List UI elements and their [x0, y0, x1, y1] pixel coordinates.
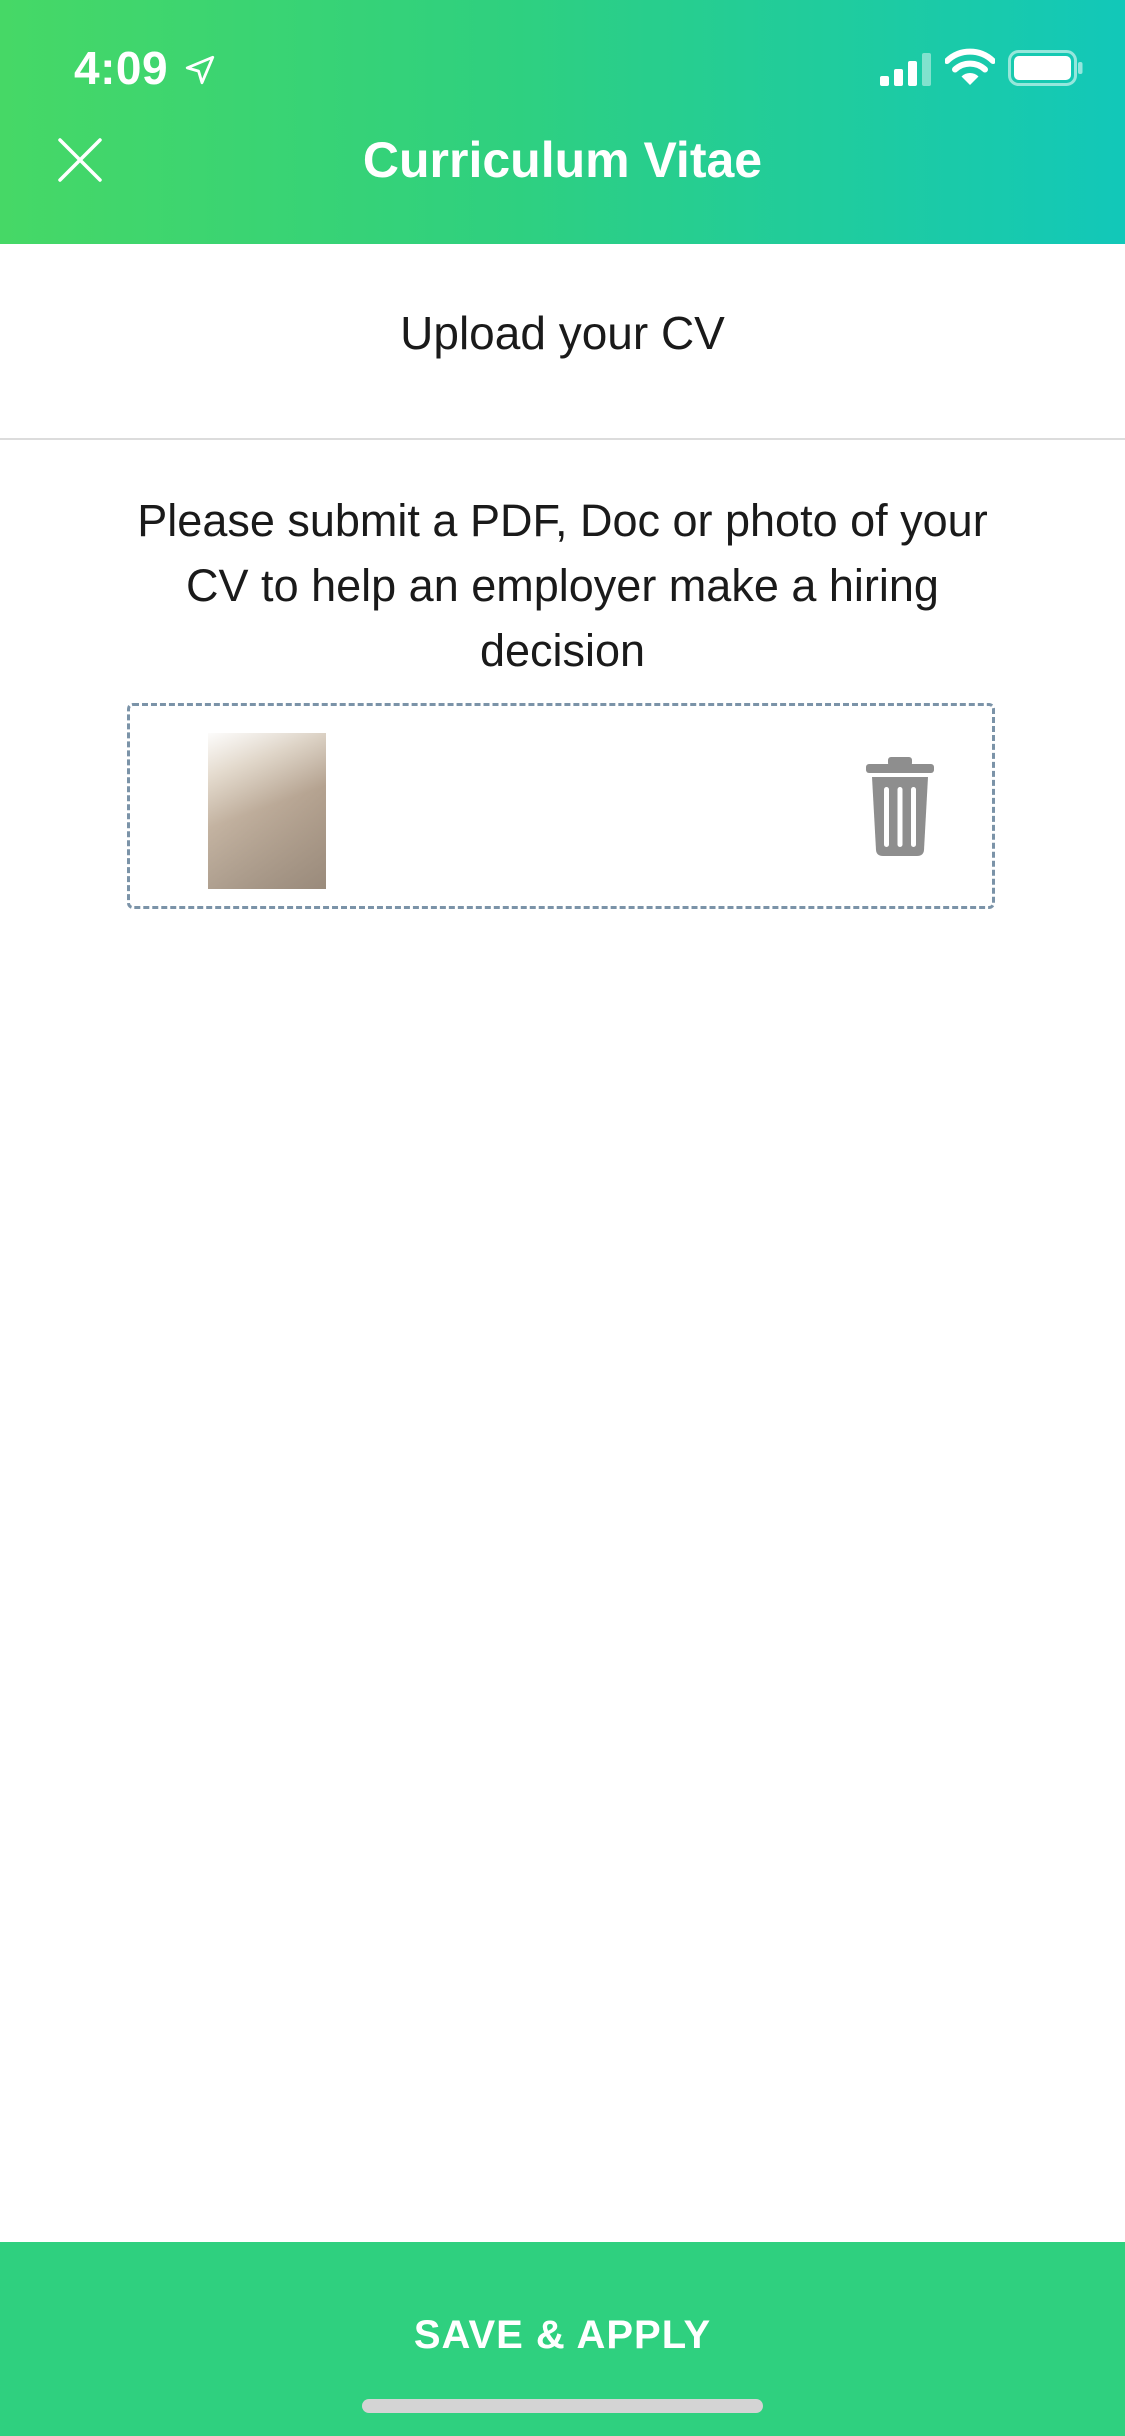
wifi-icon — [945, 48, 995, 85]
delete-cv-button[interactable] — [864, 757, 936, 857]
trash-icon — [866, 757, 934, 856]
page-title: Curriculum Vitae — [362, 132, 763, 188]
cv-photo-thumbnail[interactable] — [208, 733, 326, 889]
save-apply-label: SAVE & APPLY — [413, 2313, 712, 2357]
cv-upload-area[interactable] — [127, 703, 995, 909]
status-time: 4:09 — [74, 42, 169, 94]
location-arrow-icon — [185, 55, 215, 85]
divider — [0, 438, 1125, 440]
app-header: 4:09 Curriculum Vitae — [0, 0, 1125, 244]
upload-instructions: Please submit a PDF, Doc or photo of you… — [137, 495, 988, 676]
upload-title: Upload your CV — [400, 307, 725, 359]
home-indicator — [362, 2399, 763, 2413]
cellular-signal-icon — [880, 53, 931, 86]
battery-icon — [1008, 50, 1083, 86]
